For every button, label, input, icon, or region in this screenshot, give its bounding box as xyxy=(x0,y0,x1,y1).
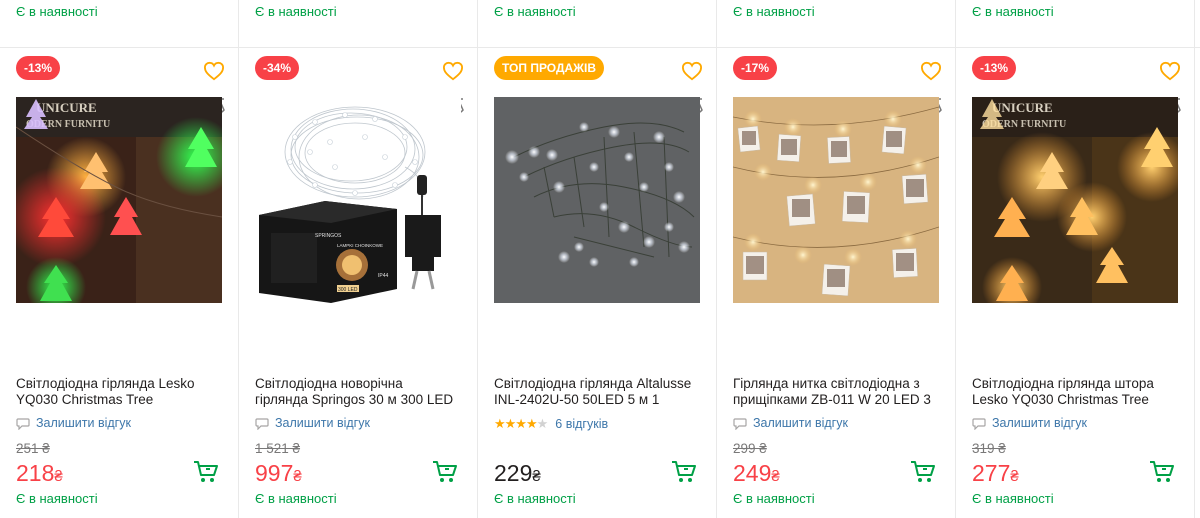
cart-icon[interactable] xyxy=(193,460,219,484)
discount-badge: -13% xyxy=(972,56,1017,80)
price-value: 218 xyxy=(16,460,55,486)
currency: ₴ xyxy=(771,468,780,485)
leave-review-label: Залишити відгук xyxy=(992,416,1087,430)
box-name: LAMPKI CHOINKOWE xyxy=(337,243,383,248)
leave-review-label: Залишити відгук xyxy=(275,416,370,430)
stock-status: Є в наявності xyxy=(972,491,1054,506)
comment-icon xyxy=(733,417,747,430)
old-price: 251 ₴ xyxy=(16,441,50,456)
cart-icon[interactable] xyxy=(432,460,458,484)
product-card: ТОП ПРОДАЖІВ Світлодіодна гірлянда Altal… xyxy=(478,48,717,518)
price-value: 249 xyxy=(733,460,772,486)
cart-icon[interactable] xyxy=(910,460,936,484)
stock-status: Є в наявності xyxy=(494,4,576,19)
previous-cell: Є в наявності xyxy=(239,0,478,48)
product-title[interactable]: Світлодіодна гірлянда штора Lesko YQ030 … xyxy=(972,376,1172,408)
cart-icon[interactable] xyxy=(671,460,697,484)
stock-status: Є в наявності xyxy=(16,4,98,19)
previous-cell: Є в наявності xyxy=(478,0,717,48)
product-image[interactable]: UNICURE ODERN FURNITU xyxy=(972,97,1178,303)
price: 229₴ xyxy=(494,460,541,490)
leave-review-link[interactable]: Залишити відгук xyxy=(972,416,1087,431)
heart-icon[interactable] xyxy=(1159,61,1181,81)
leave-review-link[interactable]: Залишити відгук xyxy=(16,416,131,431)
product-card: -13% UNICURE ODERN FURNITU Світлодіодна … xyxy=(0,48,239,518)
stock-status: Є в наявності xyxy=(255,491,337,506)
price-value: 277 xyxy=(972,460,1011,486)
leave-review-label: Залишити відгук xyxy=(753,416,848,430)
product-card: -17% Гірлянда нитка світлодіодна з прищі… xyxy=(717,48,956,518)
leave-review-link[interactable]: Залишити відгук xyxy=(255,416,370,431)
currency: ₴ xyxy=(54,468,63,485)
heart-icon[interactable] xyxy=(920,61,942,81)
discount-badge: -17% xyxy=(733,56,778,80)
rating-stars: ★★★★★ xyxy=(494,416,548,431)
top-sales-badge: ТОП ПРОДАЖІВ xyxy=(494,56,605,80)
previous-cell: Є в наявності xyxy=(717,0,956,48)
product-title[interactable]: Світлодіодна гірлянда Altalusse INL-2402… xyxy=(494,376,694,408)
product-title[interactable]: Гірлянда нитка світлодіодна з прищіпками… xyxy=(733,376,933,408)
box-ip: IP44 xyxy=(378,273,389,279)
heart-icon[interactable] xyxy=(442,61,464,81)
cart-icon[interactable] xyxy=(1149,460,1175,484)
box-leds: 300 LED xyxy=(338,287,358,293)
price: 997₴ xyxy=(255,460,302,490)
price: 249₴ xyxy=(733,460,780,490)
currency: ₴ xyxy=(532,468,541,485)
stock-status: Є в наявності xyxy=(972,4,1054,19)
price-value: 997 xyxy=(255,460,294,486)
rating[interactable]: ★★★★★ 6 відгуків xyxy=(494,416,608,432)
product-title[interactable]: Світлодіодна новорічна гірлянда Springos… xyxy=(255,376,455,408)
heart-icon[interactable] xyxy=(203,61,225,81)
comment-icon xyxy=(16,417,30,430)
price: 218₴ xyxy=(16,460,63,490)
leave-review-link[interactable]: Залишити відгук xyxy=(733,416,848,431)
box-brand: SPRINGOS xyxy=(315,233,342,239)
previous-cell: Є в наявності xyxy=(0,0,239,48)
stock-status: Є в наявності xyxy=(255,4,337,19)
discount-badge: -34% xyxy=(255,56,300,80)
svg-text:UNICURE: UNICURE xyxy=(992,100,1053,115)
product-image[interactable]: UNICURE ODERN FURNITU xyxy=(16,97,222,303)
heart-icon[interactable] xyxy=(681,61,703,81)
stock-status: Є в наявності xyxy=(494,491,576,506)
reviews-count-link[interactable]: 6 відгуків xyxy=(555,417,608,431)
stock-status: Є в наявності xyxy=(733,4,815,19)
product-card: -34% SPRINGOS LAMPKI CHOINKOWE 300 LED I… xyxy=(239,48,478,518)
old-price: 319 ₴ xyxy=(972,441,1006,456)
previous-row: Є в наявності Є в наявності Є в наявност… xyxy=(0,0,1200,48)
product-title[interactable]: Світлодіодна гірлянда Lesko YQ030 Christ… xyxy=(16,376,216,408)
leave-review-label: Залишити відгук xyxy=(36,416,131,430)
currency: ₴ xyxy=(293,468,302,485)
price: 277₴ xyxy=(972,460,1019,490)
stock-status: Є в наявності xyxy=(16,491,98,506)
previous-cell: Є в наявності xyxy=(956,0,1195,48)
product-grid: -13% UNICURE ODERN FURNITU Світлодіодна … xyxy=(0,48,1200,518)
price-value: 229 xyxy=(494,460,533,486)
stock-status: Є в наявності xyxy=(733,491,815,506)
svg-text:UNICURE: UNICURE xyxy=(36,100,97,115)
old-price: 1 521 ₴ xyxy=(255,441,301,456)
comment-icon xyxy=(972,417,986,430)
product-image[interactable] xyxy=(733,97,939,303)
discount-badge: -13% xyxy=(16,56,61,80)
comment-icon xyxy=(255,417,269,430)
product-card: -13% UNICURE ODERN FURNITU Світлодіодна … xyxy=(956,48,1195,518)
product-image[interactable]: SPRINGOS LAMPKI CHOINKOWE 300 LED IP44 xyxy=(255,97,461,303)
currency: ₴ xyxy=(1010,468,1019,485)
product-image[interactable] xyxy=(494,97,700,303)
old-price: 299 ₴ xyxy=(733,441,767,456)
